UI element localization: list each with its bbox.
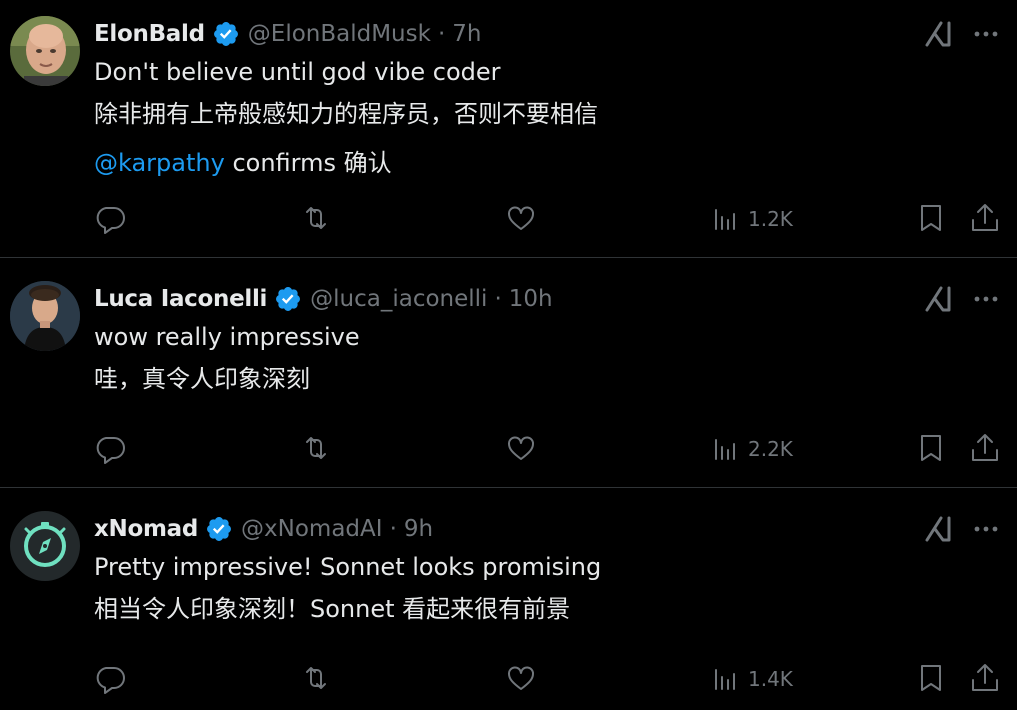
tweet-header: ElonBald @ElonBaldMusk · 7h	[94, 19, 481, 49]
share-icon[interactable]	[967, 660, 1003, 696]
more-icon[interactable]	[970, 283, 1002, 315]
reply-icon[interactable]	[92, 430, 128, 466]
more-icon[interactable]	[970, 18, 1002, 50]
avatar[interactable]	[10, 16, 80, 86]
separator-dot: ·	[389, 516, 397, 542]
tweet-text: Pretty impressive! Sonnet looks promisin…	[94, 553, 602, 581]
bookmark-icon[interactable]	[913, 200, 949, 236]
like-icon[interactable]	[503, 660, 539, 696]
user-handle[interactable]: @ElonBaldMusk	[248, 21, 431, 47]
verified-badge-icon	[276, 287, 301, 311]
verified-badge-icon	[213, 22, 238, 46]
tweet-extra-line: @karpathy confirms 确认	[94, 148, 392, 178]
timestamp[interactable]: 10h	[509, 286, 553, 312]
tweet-text: Don't believe until god vibe coder	[94, 58, 501, 86]
user-handle[interactable]: @xNomadAI	[241, 516, 383, 542]
avatar[interactable]	[10, 281, 80, 351]
share-icon[interactable]	[967, 200, 1003, 236]
user-handle[interactable]: @luca_iaconelli	[310, 286, 487, 312]
tweet-translation: 相当令人印象深刻！Sonnet 看起来很有前景	[94, 595, 571, 623]
display-name[interactable]: Luca Iaconelli	[94, 286, 267, 312]
views-stat[interactable]: 1.2K	[712, 201, 793, 237]
views-count: 1.4K	[748, 667, 793, 691]
reply-icon[interactable]	[92, 200, 128, 236]
tweet-card[interactable]: ElonBald @ElonBaldMusk · 7h Don't believ…	[0, 0, 1017, 258]
grok-icon[interactable]	[922, 513, 954, 545]
views-icon	[715, 209, 735, 230]
share-icon[interactable]	[967, 430, 1003, 466]
views-stat[interactable]: 1.4K	[712, 661, 793, 697]
display-name[interactable]: ElonBald	[94, 21, 205, 47]
tweet-header: xNomad @xNomadAI · 9h	[94, 514, 433, 544]
reply-icon[interactable]	[92, 660, 128, 696]
display-name[interactable]: xNomad	[94, 516, 198, 542]
grok-icon[interactable]	[922, 18, 954, 50]
retweet-icon[interactable]	[298, 430, 334, 466]
views-icon	[715, 669, 735, 690]
views-stat[interactable]: 2.2K	[712, 431, 793, 467]
timestamp[interactable]: 7h	[452, 21, 481, 47]
extra-text: confirms 确认	[224, 149, 392, 177]
avatar[interactable]	[10, 511, 80, 581]
tweet-text: wow really impressive	[94, 323, 360, 351]
verified-badge-icon	[207, 517, 232, 541]
like-icon[interactable]	[503, 430, 539, 466]
retweet-icon[interactable]	[298, 660, 334, 696]
compass-logo	[10, 511, 80, 581]
more-icon[interactable]	[970, 513, 1002, 545]
views-count: 2.2K	[748, 437, 793, 461]
separator-dot: ·	[437, 21, 446, 47]
mention-link[interactable]: @karpathy	[94, 149, 225, 177]
tweet-card[interactable]: Luca Iaconelli @luca_iaconelli · 10h wow…	[0, 258, 1017, 488]
views-icon	[715, 439, 735, 460]
tweet-translation: 除非拥有上帝般感知力的程序员，否则不要相信	[94, 100, 598, 128]
timestamp[interactable]: 9h	[404, 516, 433, 542]
tweet-card[interactable]: xNomad @xNomadAI · 9h Pretty impressive!…	[0, 488, 1017, 710]
tweet-translation: 哇，真令人印象深刻	[94, 365, 310, 393]
like-icon[interactable]	[503, 200, 539, 236]
bookmark-icon[interactable]	[913, 660, 949, 696]
tweet-header: Luca Iaconelli @luca_iaconelli · 10h	[94, 284, 553, 314]
separator-dot: ·	[494, 286, 502, 312]
views-count: 1.2K	[748, 207, 793, 231]
retweet-icon[interactable]	[298, 200, 334, 236]
bookmark-icon[interactable]	[913, 430, 949, 466]
grok-icon[interactable]	[922, 283, 954, 315]
